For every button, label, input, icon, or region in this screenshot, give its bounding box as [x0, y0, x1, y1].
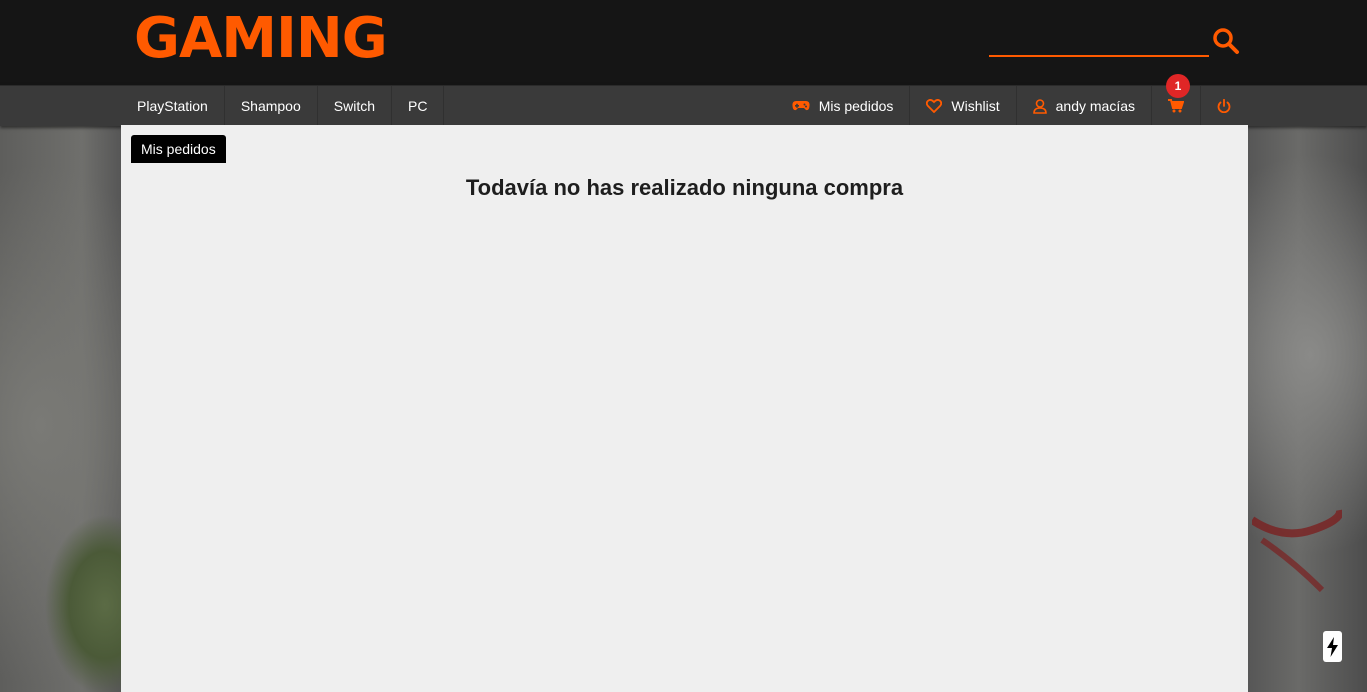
site-logo[interactable]: GAMING: [134, 6, 388, 72]
top-header: GAMING: [0, 0, 1367, 85]
search-input[interactable]: [989, 25, 1209, 57]
cart-button[interactable]: 1: [1152, 74, 1201, 126]
orders-panel: Mis pedidos Todavía no has realizado nin…: [121, 125, 1248, 692]
search-bar: [989, 25, 1239, 59]
logout-button[interactable]: [1201, 86, 1247, 126]
nav-item-pc[interactable]: PC: [392, 86, 445, 126]
wishlist-label: Wishlist: [951, 98, 1000, 114]
user-icon: [1032, 98, 1047, 114]
nav-item-shampoo[interactable]: Shampoo: [225, 86, 318, 126]
lightning-icon: [1327, 636, 1338, 657]
nav-item-switch[interactable]: Switch: [318, 86, 392, 126]
user-account-link[interactable]: andy macías: [1017, 86, 1152, 126]
heart-icon: [926, 99, 943, 113]
my-orders-link[interactable]: Mis pedidos: [776, 86, 911, 126]
wishlist-link[interactable]: Wishlist: [910, 86, 1017, 126]
main-navbar: PlayStation Shampoo Switch PC Mis pedido…: [0, 74, 1367, 126]
category-nav: PlayStation Shampoo Switch PC: [121, 86, 445, 126]
floating-action-button[interactable]: [1323, 631, 1342, 662]
search-icon[interactable]: [1212, 27, 1240, 55]
gamepad-icon: [792, 101, 810, 111]
power-icon: [1217, 99, 1231, 113]
nav-item-playstation[interactable]: PlayStation: [121, 86, 225, 126]
cart-icon: [1168, 99, 1184, 113]
background-red-mark: [1252, 509, 1342, 593]
user-name-label: andy macías: [1055, 98, 1135, 114]
cart-count-badge: 1: [1166, 74, 1190, 98]
orders-tab-label: Mis pedidos: [131, 135, 226, 163]
my-orders-label: Mis pedidos: [818, 98, 894, 114]
account-nav: Mis pedidos Wishlist andy macías 1: [776, 74, 1247, 126]
empty-orders-message: Todavía no has realizado ninguna compra: [465, 175, 904, 200]
